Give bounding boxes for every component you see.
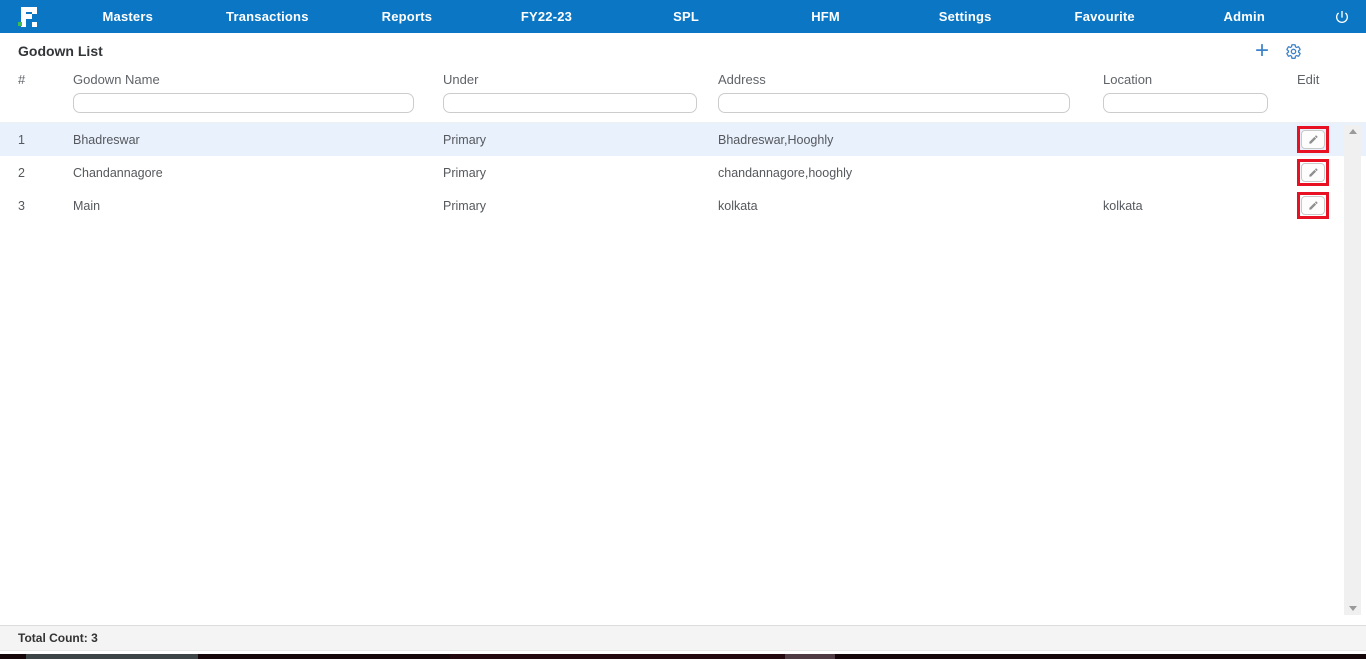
cell-location: kolkata — [1103, 199, 1297, 213]
column-header-edit: Edit — [1297, 72, 1357, 87]
cell-address: Bhadreswar,Hooghly — [718, 133, 1103, 147]
bottom-edge-strip — [0, 654, 1366, 659]
cell-under: Primary — [443, 166, 718, 180]
top-navbar: Masters Transactions Reports FY22-23 SPL… — [0, 0, 1366, 33]
table-row[interactable]: 3 Main Primary kolkata kolkata — [0, 189, 1366, 222]
filter-under-input[interactable] — [443, 93, 697, 113]
filter-address-input[interactable] — [718, 93, 1070, 113]
nav-menu: Masters Transactions Reports FY22-23 SPL… — [58, 0, 1314, 33]
cell-godown-name: Main — [73, 199, 443, 213]
edit-annotation-box — [1297, 192, 1329, 219]
pencil-icon — [1308, 134, 1319, 145]
app-logo — [0, 5, 58, 29]
cell-under: Primary — [443, 199, 718, 213]
strip-segment — [450, 654, 785, 659]
filter-godown-name-input[interactable] — [73, 93, 414, 113]
column-header-address: Address — [718, 72, 1103, 87]
column-header-godown-name: Godown Name — [73, 72, 443, 87]
grid-settings-button[interactable] — [1285, 43, 1302, 60]
nav-item-fy22-23[interactable]: FY22-23 — [477, 0, 617, 33]
nav-item-favourite[interactable]: Favourite — [1035, 0, 1175, 33]
column-header-num: # — [18, 72, 73, 87]
nav-item-transactions[interactable]: Transactions — [198, 0, 338, 33]
scroll-down-icon[interactable] — [1349, 606, 1357, 611]
cell-address: kolkata — [718, 199, 1103, 213]
status-bar: Total Count: 3 — [0, 625, 1366, 651]
column-header-under: Under — [443, 72, 718, 87]
filter-location-input[interactable] — [1103, 93, 1268, 113]
nav-item-settings[interactable]: Settings — [895, 0, 1035, 33]
app-logo-icon — [18, 5, 40, 29]
cell-num: 3 — [18, 199, 73, 213]
table-body: 1 Bhadreswar Primary Bhadreswar,Hooghly … — [0, 122, 1366, 222]
pencil-icon — [1308, 200, 1319, 211]
table-row[interactable]: 2 Chandannagore Primary chandannagore,ho… — [0, 156, 1366, 189]
edit-annotation-box — [1297, 126, 1329, 153]
cell-godown-name: Chandannagore — [73, 166, 443, 180]
page-header: Godown List + — [0, 33, 1366, 65]
table-header-row: # Godown Name Under Address Location Edi… — [0, 67, 1366, 91]
power-icon — [1334, 9, 1350, 25]
logout-power-button[interactable] — [1314, 9, 1366, 25]
cell-godown-name: Bhadreswar — [73, 133, 443, 147]
cell-address: chandannagore,hooghly — [718, 166, 1103, 180]
strip-segment — [785, 654, 835, 659]
pencil-icon — [1308, 167, 1319, 178]
edit-row-button[interactable] — [1301, 196, 1325, 215]
add-godown-button[interactable]: + — [1255, 42, 1269, 60]
vertical-scrollbar[interactable] — [1344, 125, 1361, 615]
gear-icon — [1285, 43, 1302, 60]
total-count-label: Total Count: 3 — [18, 631, 98, 645]
nav-item-reports[interactable]: Reports — [337, 0, 477, 33]
plus-icon: + — [1255, 42, 1269, 60]
cell-num: 2 — [18, 166, 73, 180]
strip-segment — [26, 654, 198, 659]
nav-item-spl[interactable]: SPL — [616, 0, 756, 33]
edit-row-button[interactable] — [1301, 130, 1325, 149]
column-header-location: Location — [1103, 72, 1297, 87]
nav-item-hfm[interactable]: HFM — [756, 0, 896, 33]
nav-item-masters[interactable]: Masters — [58, 0, 198, 33]
edit-row-button[interactable] — [1301, 163, 1325, 182]
table-filter-row — [0, 91, 1366, 115]
cell-num: 1 — [18, 133, 73, 147]
header-actions: + — [1255, 42, 1348, 60]
page-title: Godown List — [18, 43, 103, 59]
table-row[interactable]: 1 Bhadreswar Primary Bhadreswar,Hooghly — [0, 123, 1366, 156]
nav-item-admin[interactable]: Admin — [1175, 0, 1315, 33]
edit-annotation-box — [1297, 159, 1329, 186]
scroll-up-icon[interactable] — [1349, 129, 1357, 134]
cell-under: Primary — [443, 133, 718, 147]
